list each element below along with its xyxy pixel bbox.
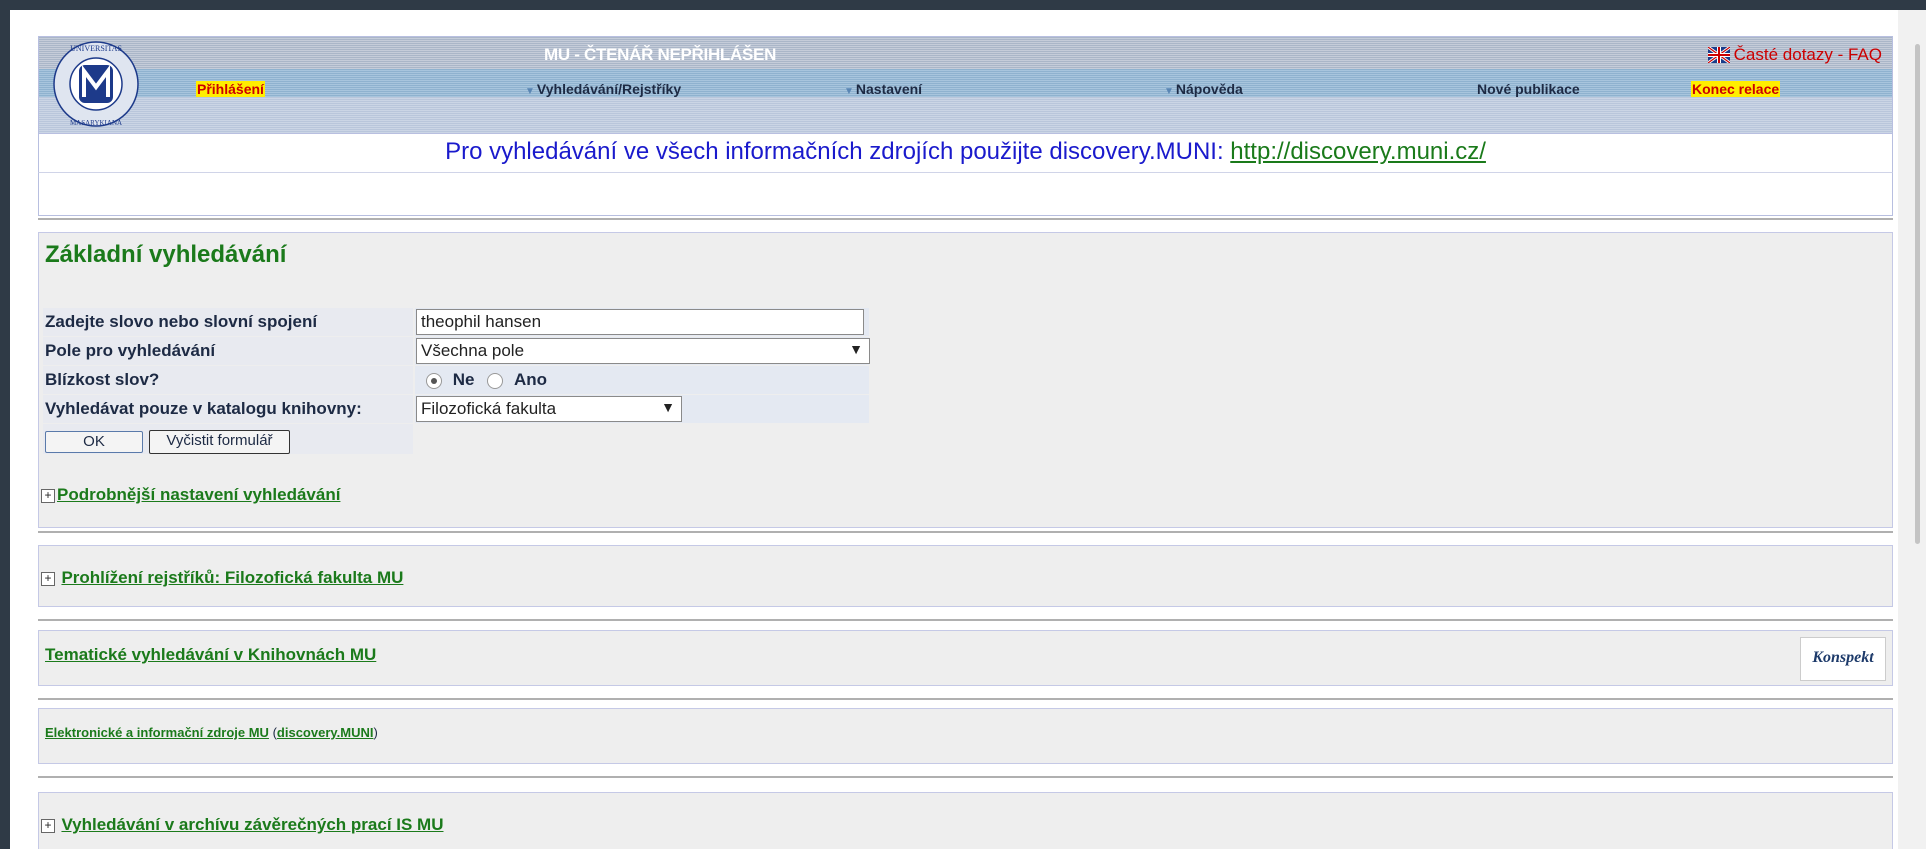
discovery-banner: Pro vyhledávání ve všech informačních zd… bbox=[38, 132, 1893, 172]
expand-plus-icon: + bbox=[41, 818, 55, 833]
search-field-value: Všechna pole bbox=[421, 341, 525, 360]
search-word-input[interactable]: theophil hansen bbox=[416, 309, 864, 335]
header-bar: UNIVERSITAS MASARYKIANA MU - ČTENÁŘ NEPŘ… bbox=[38, 36, 1893, 134]
catalog-select[interactable]: Filozofická fakulta ▼ bbox=[416, 396, 682, 422]
field-row: Pole pro vyhledávání Všechna pole ▼ bbox=[43, 337, 870, 365]
archive-toggle[interactable]: + Vyhledávání v archívu závěrečných prac… bbox=[41, 815, 444, 835]
browse-indexes-toggle[interactable]: + Prohlížení rejstříků: Filozofická faku… bbox=[41, 568, 403, 588]
faq-link[interactable]: Časté dotazy - FAQ bbox=[1707, 45, 1882, 65]
divider bbox=[38, 776, 1893, 778]
scrollbar-thumb[interactable] bbox=[1915, 44, 1920, 544]
nav-settings-label: Nastavení bbox=[855, 81, 923, 97]
clear-form-button[interactable]: Vyčistit formulář bbox=[149, 430, 290, 454]
archive-link[interactable]: Vyhledávání v archívu závěrečných prací … bbox=[61, 815, 443, 834]
konspekt-logo[interactable]: Konspekt bbox=[1800, 637, 1886, 681]
word-row: Zadejte slovo nebo slovní spojení theoph… bbox=[43, 308, 869, 336]
ok-button[interactable]: OK bbox=[45, 431, 143, 453]
catalog-row: Vyhledávat pouze v katalogu knihovny: Fi… bbox=[43, 395, 869, 423]
catalog-value: Filozofická fakulta bbox=[421, 399, 557, 418]
proximity-no-label: Ne bbox=[452, 370, 475, 389]
advanced-settings-toggle[interactable]: + Podrobnější nastavení vyhledávání bbox=[41, 485, 340, 505]
reader-status: MU - ČTENÁŘ NEPŘIHLÁŠEN bbox=[544, 45, 777, 64]
nav-new-publications[interactable]: Nové publikace bbox=[1477, 81, 1580, 97]
proximity-no-radio[interactable] bbox=[426, 372, 442, 389]
browse-indexes-link[interactable]: Prohlížení rejstříků: Filozofická fakult… bbox=[61, 568, 403, 587]
thematic-search-panel: Tematické vyhledávání v Knihovnách MU Ko… bbox=[38, 630, 1893, 686]
nav-login-label: Přihlášení bbox=[196, 81, 265, 97]
catalog-label: Vyhledávat pouze v katalogu knihovny: bbox=[45, 399, 362, 418]
dropdown-arrow-icon: ▼ bbox=[849, 341, 863, 357]
divider bbox=[38, 218, 1893, 220]
konspekt-logo-text: Konspekt bbox=[1812, 649, 1874, 666]
nav-help[interactable]: ▼ Nápověda bbox=[1164, 81, 1243, 97]
faq-label: Časté dotazy - FAQ bbox=[1733, 45, 1882, 64]
university-logo: UNIVERSITAS MASARYKIANA bbox=[53, 41, 139, 127]
triangle-down-icon: ▼ bbox=[525, 86, 535, 97]
basic-search-title: Základní vyhledávání bbox=[45, 241, 287, 268]
browse-indexes-panel: + Prohlížení rejstříků: Filozofická faku… bbox=[38, 545, 1893, 607]
advanced-settings-link[interactable]: Podrobnější nastavení vyhledávání bbox=[57, 485, 340, 504]
scrollbar[interactable] bbox=[1898, 10, 1926, 849]
nav-new-publications-label: Nové publikace bbox=[1477, 81, 1580, 97]
discovery-link[interactable]: http://discovery.muni.cz/ bbox=[1230, 138, 1486, 165]
banner-spacer bbox=[38, 172, 1893, 216]
proximity-yes-label: Ano bbox=[513, 370, 547, 389]
banner-text: Pro vyhledávání ve všech informačních zd… bbox=[445, 138, 1224, 165]
svg-text:UNIVERSITAS: UNIVERSITAS bbox=[70, 44, 122, 53]
archive-panel: + Vyhledávání v archívu závěrečných prac… bbox=[38, 792, 1893, 849]
expand-plus-icon: + bbox=[41, 571, 55, 586]
divider bbox=[38, 531, 1893, 533]
nav-end-session-label: Konec relace bbox=[1691, 81, 1781, 97]
nav-end-session[interactable]: Konec relace bbox=[1691, 81, 1781, 97]
triangle-down-icon: ▼ bbox=[844, 86, 854, 97]
dropdown-arrow-icon: ▼ bbox=[661, 399, 675, 415]
proximity-row: Blízkost slov? Ne Ano bbox=[43, 366, 869, 394]
nav-search-indexes[interactable]: ▼ Vyhledávání/Rejstříky bbox=[525, 81, 681, 97]
expand-plus-icon: + bbox=[41, 488, 55, 503]
search-field-select[interactable]: Všechna pole ▼ bbox=[416, 338, 870, 364]
nav-search-indexes-label: Vyhledávání/Rejstříky bbox=[536, 81, 682, 97]
eresources-panel: Elektronické a informační zdroje MU (dis… bbox=[38, 708, 1893, 764]
divider bbox=[38, 698, 1893, 700]
browser-page: UNIVERSITAS MASARYKIANA MU - ČTENÁŘ NEPŘ… bbox=[10, 10, 1926, 849]
divider bbox=[38, 619, 1893, 621]
word-label: Zadejte slovo nebo slovní spojení bbox=[45, 312, 318, 331]
nav-help-label: Nápověda bbox=[1175, 81, 1243, 97]
proximity-yes-radio[interactable] bbox=[487, 372, 504, 389]
triangle-down-icon: ▼ bbox=[1164, 86, 1174, 97]
thematic-search-link[interactable]: Tematické vyhledávání v Knihovnách MU bbox=[45, 645, 376, 665]
nav-settings[interactable]: ▼ Nastavení bbox=[844, 81, 922, 97]
eresources-link[interactable]: Elektronické a informační zdroje MU bbox=[45, 725, 269, 740]
field-label: Pole pro vyhledávání bbox=[45, 341, 216, 360]
proximity-options: Ne Ano bbox=[426, 370, 547, 390]
uk-flag-icon bbox=[1707, 47, 1730, 63]
svg-text:MASARYKIANA: MASARYKIANA bbox=[70, 119, 122, 127]
discovery-muni-link[interactable]: discovery.MUNI bbox=[277, 725, 374, 740]
basic-search-panel: Základní vyhledávání Zadejte slovo nebo … bbox=[38, 232, 1893, 528]
proximity-label: Blízkost slov? bbox=[45, 370, 160, 389]
nav-login[interactable]: Přihlášení bbox=[196, 81, 265, 97]
